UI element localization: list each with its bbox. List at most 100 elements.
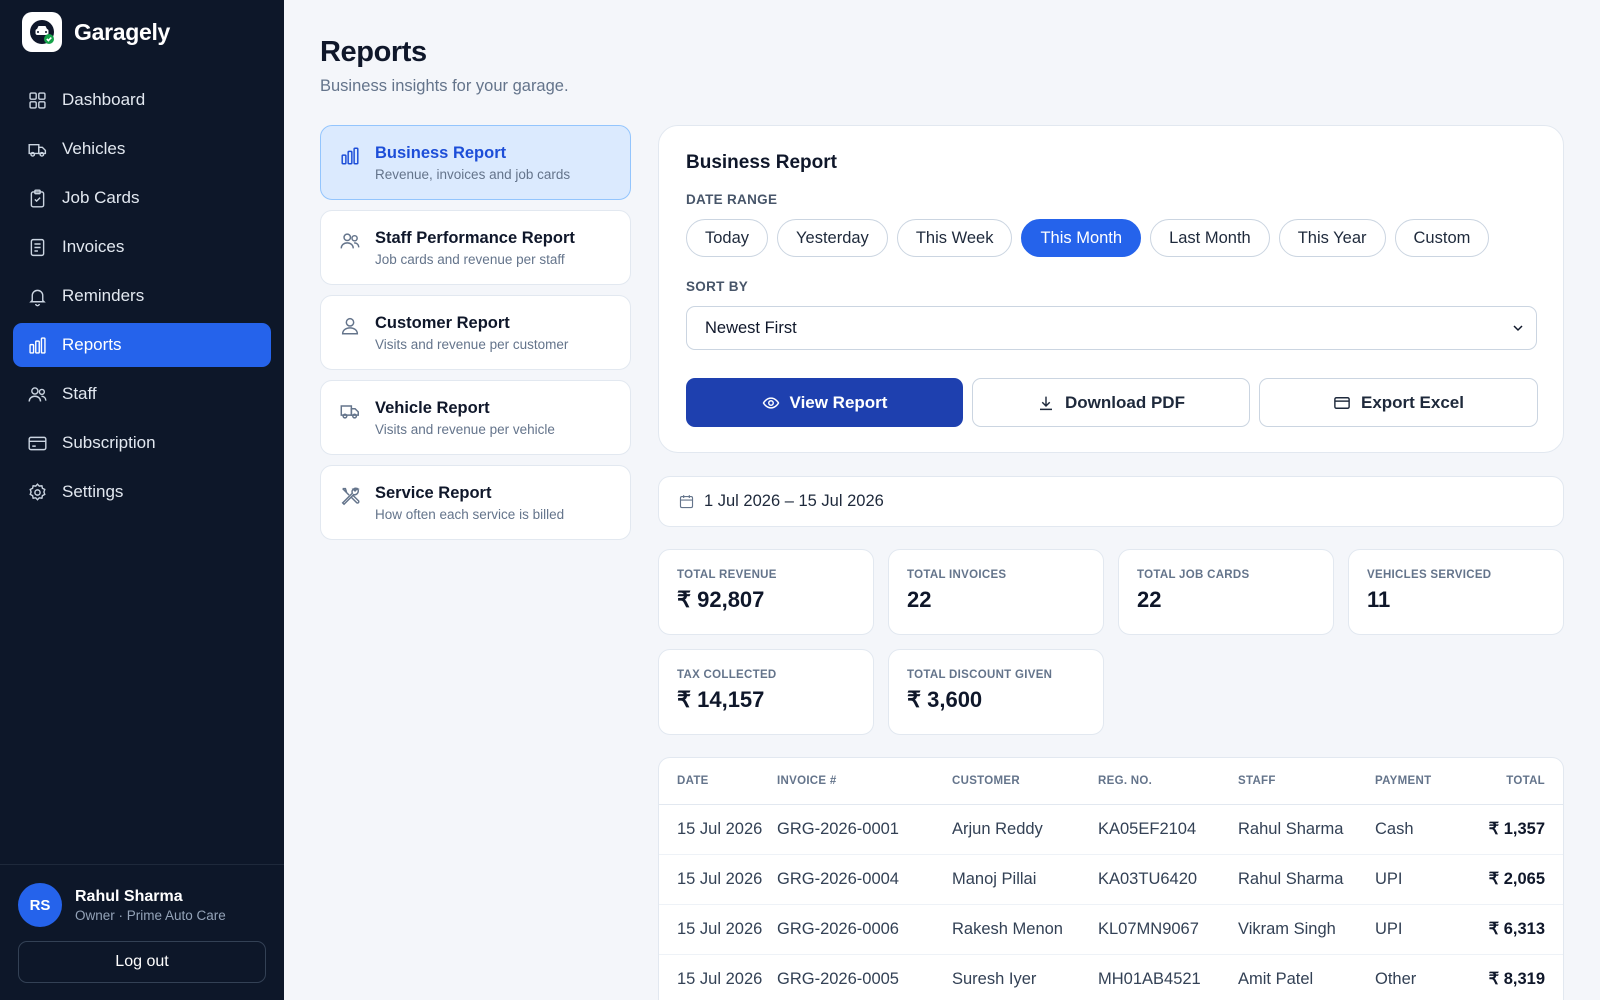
bar-chart-icon: [341, 147, 359, 165]
chip-this-month[interactable]: This Month: [1021, 219, 1142, 257]
car-logo-icon: [22, 12, 62, 52]
stat-value: 22: [907, 587, 932, 612]
report-card-description: Visits and revenue per vehicle: [375, 422, 555, 437]
cell-date: 15 Jul 2026: [659, 904, 777, 955]
cell-total: ₹ 6,313: [1475, 904, 1563, 955]
sidebar-item-label: Settings: [62, 482, 124, 501]
report-card-title: Customer Report: [375, 314, 510, 332]
download-pdf-button[interactable]: Download PDF: [972, 378, 1250, 427]
column-header-total[interactable]: TOTAL: [1475, 758, 1563, 805]
cell-invoice: GRG-2026-0005: [777, 954, 952, 1000]
report-card-title: Service Report: [375, 484, 492, 502]
brand[interactable]: Garagely: [22, 12, 170, 52]
grid-icon: [29, 91, 46, 109]
sort-by-label: SORT BY: [686, 279, 749, 294]
sidebar-item-staff[interactable]: Staff: [13, 372, 271, 416]
report-card-business[interactable]: Business Report Revenue, invoices and jo…: [320, 125, 631, 200]
stat-value: 11: [1367, 587, 1391, 612]
gear-icon: [29, 482, 46, 501]
logout-button[interactable]: Log out: [18, 941, 266, 983]
users-icon: [340, 233, 360, 249]
column-header-customer[interactable]: CUSTOMER: [952, 758, 1098, 805]
sidebar-item-label: Reports: [62, 335, 122, 354]
cell-reg-no: KL07MN9067: [1098, 904, 1238, 955]
table-row[interactable]: 15 Jul 2026 GRG-2026-0001 Arjun Reddy KA…: [659, 804, 1563, 855]
stat-total-revenue: TOTAL REVENUE ₹ 92,807: [658, 549, 874, 635]
chip-yesterday[interactable]: Yesterday: [777, 219, 888, 257]
column-header-staff[interactable]: STAFF: [1238, 758, 1375, 805]
stat-label: VEHICLES SERVICED: [1367, 569, 1492, 581]
stat-value: 22: [1137, 587, 1162, 612]
eye-icon: [762, 396, 779, 409]
sidebar-item-job-cards[interactable]: Job Cards: [13, 176, 271, 220]
sidebar-item-label: Vehicles: [62, 139, 126, 158]
stat-total-discount: TOTAL DISCOUNT GIVEN ₹ 3,600: [888, 649, 1104, 735]
sidebar-item-label: Staff: [62, 384, 97, 403]
page-subtitle: Business insights for your garage.: [320, 77, 569, 95]
stat-value: ₹ 92,807: [677, 587, 765, 612]
cell-staff: Rahul Sharma: [1238, 804, 1375, 855]
chip-last-month[interactable]: Last Month: [1150, 219, 1270, 257]
app-name: Garagely: [74, 18, 171, 45]
report-card-vehicle[interactable]: Vehicle Report Visits and revenue per ve…: [320, 380, 631, 455]
cell-customer: Manoj Pillai: [952, 854, 1098, 905]
view-report-button[interactable]: View Report: [686, 378, 963, 427]
user-profile[interactable]: RS Rahul Sharma Owner · Prime Auto Care: [18, 883, 226, 927]
export-excel-button[interactable]: Export Excel: [1259, 378, 1538, 427]
sidebar-item-settings[interactable]: Settings: [13, 470, 271, 514]
date-range-display: 1 Jul 2026 – 15 Jul 2026: [658, 476, 1564, 527]
stat-total-job-cards: TOTAL JOB CARDS 22: [1118, 549, 1334, 635]
sidebar-item-label: Subscription: [62, 433, 156, 452]
column-header-date[interactable]: DATE: [659, 758, 777, 805]
stat-value: ₹ 3,600: [907, 687, 983, 712]
cell-reg-no: KA03TU6420: [1098, 854, 1238, 905]
column-header-reg-no[interactable]: REG. NO.: [1098, 758, 1238, 805]
stat-label: TOTAL JOB CARDS: [1137, 569, 1250, 581]
avatar: RS: [18, 883, 62, 927]
cell-payment: Cash: [1375, 804, 1475, 855]
cell-date: 15 Jul 2026: [659, 854, 777, 905]
view-report-label: View Report: [789, 392, 888, 412]
report-card-description: How often each service is billed: [375, 507, 565, 522]
sidebar-item-label: Job Cards: [62, 188, 140, 207]
sidebar-item-invoices[interactable]: Invoices: [13, 225, 271, 269]
report-card-staff-performance[interactable]: Staff Performance Report Job cards and r…: [320, 210, 631, 285]
date-range-label: DATE RANGE: [686, 192, 778, 207]
stat-total-invoices: TOTAL INVOICES 22: [888, 549, 1104, 635]
column-header-invoice[interactable]: INVOICE #: [777, 758, 952, 805]
chip-this-week[interactable]: This Week: [896, 219, 1013, 257]
sidebar-item-reports[interactable]: Reports: [13, 323, 271, 367]
report-card-description: Visits and revenue per customer: [375, 337, 569, 352]
chevron-down-icon: [1513, 325, 1523, 332]
sort-select-value: Newest First: [705, 318, 797, 337]
user-icon: [341, 317, 359, 335]
sidebar-item-subscription[interactable]: Subscription: [13, 421, 271, 465]
sidebar-item-vehicles[interactable]: Vehicles: [13, 127, 271, 171]
bell-icon: [29, 289, 46, 306]
sidebar-item-reminders[interactable]: Reminders: [13, 274, 271, 318]
table-row[interactable]: 15 Jul 2026 GRG-2026-0004 Manoj Pillai K…: [659, 854, 1563, 905]
chip-today[interactable]: Today: [686, 219, 769, 257]
column-header-payment[interactable]: PAYMENT: [1375, 758, 1475, 805]
sidebar-item-dashboard[interactable]: Dashboard: [13, 78, 271, 122]
report-card-title: Business Report: [375, 144, 507, 162]
report-card-service[interactable]: Service Report How often each service is…: [320, 465, 631, 540]
users-icon: [28, 386, 47, 402]
chip-custom[interactable]: Custom: [1394, 219, 1490, 257]
cell-staff: Amit Patel: [1238, 954, 1375, 1000]
table-header-row: DATE INVOICE # CUSTOMER REG. NO. STAFF P…: [659, 758, 1563, 805]
report-filters-panel: Business Report DATE RANGE Today Yesterd…: [658, 125, 1564, 453]
cell-total: ₹ 8,319: [1475, 954, 1563, 1000]
table-row[interactable]: 15 Jul 2026 GRG-2026-0006 Rakesh Menon K…: [659, 904, 1563, 955]
chip-this-year[interactable]: This Year: [1278, 219, 1386, 257]
sidebar-item-label: Dashboard: [62, 90, 146, 109]
table-row[interactable]: 15 Jul 2026 GRG-2026-0005 Suresh Iyer MH…: [659, 954, 1563, 1000]
cell-staff: Rahul Sharma: [1238, 854, 1375, 905]
report-card-customer[interactable]: Customer Report Visits and revenue per c…: [320, 295, 631, 370]
cell-total: ₹ 2,065: [1475, 854, 1563, 905]
document-icon: [30, 238, 45, 256]
sort-select[interactable]: Newest First: [686, 306, 1537, 350]
calendar-icon: [679, 495, 694, 509]
cell-customer: Arjun Reddy: [952, 804, 1098, 855]
stat-label: TAX COLLECTED: [677, 669, 777, 681]
